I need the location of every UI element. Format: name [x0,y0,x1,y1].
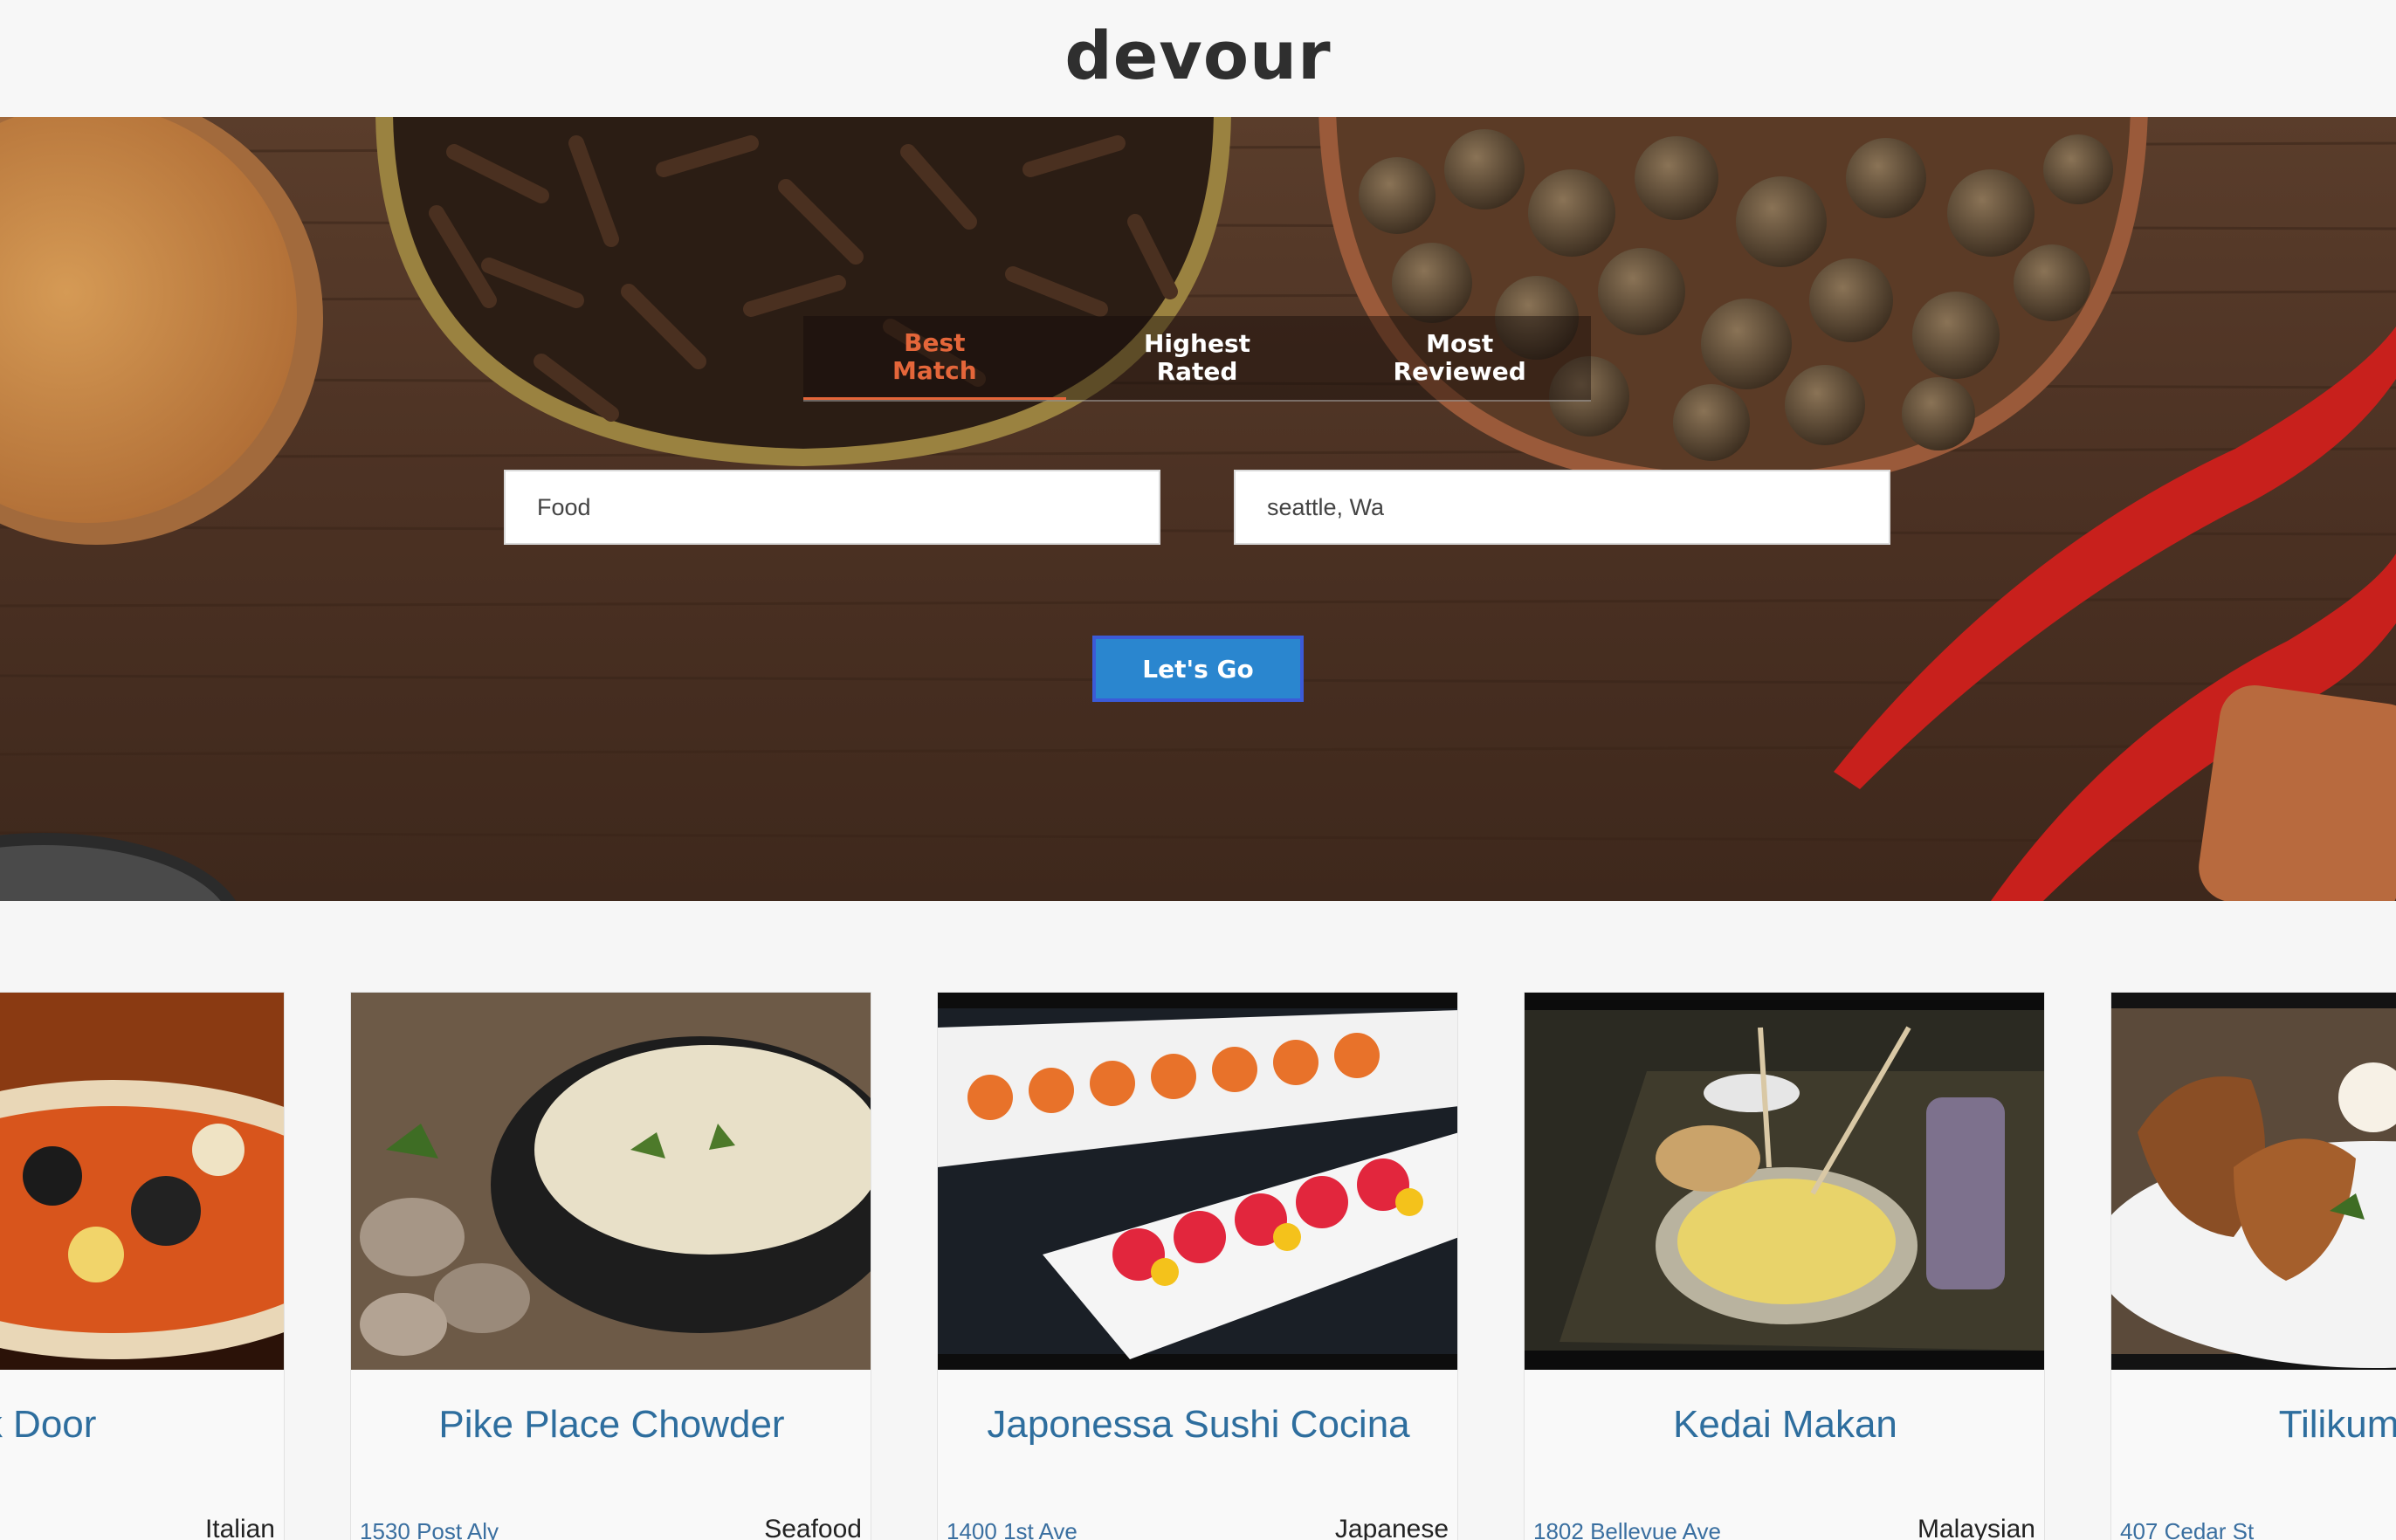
restaurant-address: 1530 Post Aly [360,1518,499,1540]
restaurant-category: Japanese [1334,1515,1449,1540]
restaurant-category: Italian [204,1515,275,1540]
clam-chowder-photo [351,993,871,1370]
baked-pastry-photo [2111,993,2396,1370]
lets-go-button[interactable]: Let's Go [1092,636,1304,702]
restaurant-category: Seafood [764,1515,862,1540]
restaurant-category: Malaysian [1917,1515,2035,1540]
restaurant-card[interactable]: ink Door Italian [0,992,285,1540]
tab-most-reviewed[interactable]: Most Reviewed [1328,316,1591,400]
restaurant-name[interactable]: Japonessa Sushi Cocina [938,1403,1457,1447]
site-logo[interactable]: devour [1064,17,1331,94]
restaurant-address: 407 Cedar St [2120,1518,2255,1540]
sushi-rolls-photo [938,993,1457,1370]
restaurant-list: ink Door Italian Pike Place Chowder 1530… [0,992,2396,1540]
restaurant-card[interactable]: Kedai Makan 1802 Bellevue Ave Malaysian [1524,992,2045,1540]
restaurant-name[interactable]: Pike Place Chowder [351,1403,871,1447]
seafood-stew-photo [0,993,284,1370]
restaurant-name[interactable]: Kedai Makan [1525,1403,2044,1447]
restaurant-card[interactable]: Japonessa Sushi Cocina 1400 1st Ave Japa… [937,992,1458,1540]
restaurant-name[interactable]: ink Door [0,1403,284,1447]
search-location-input[interactable] [1234,470,1890,545]
tab-best-match[interactable]: Best Match [803,316,1066,400]
sort-tabs: Best Match Highest Rated Most Reviewed [803,316,1591,402]
restaurant-address: 1400 1st Ave [947,1518,1078,1540]
site-header: devour [0,0,2396,117]
search-term-input[interactable] [504,470,1160,545]
noodle-dish-photo [1525,993,2044,1370]
restaurant-name[interactable]: Tilikum Pla [2111,1403,2396,1447]
tab-highest-rated[interactable]: Highest Rated [1066,316,1329,400]
hero-banner: Best Match Highest Rated Most Reviewed L… [0,117,2396,901]
restaurant-card[interactable]: Tilikum Pla 407 Cedar St [2110,992,2396,1540]
restaurant-card[interactable]: Pike Place Chowder 1530 Post Aly Seafood [350,992,871,1540]
spices-background-image [0,117,2396,901]
restaurant-address: 1802 Bellevue Ave [1533,1518,1721,1540]
